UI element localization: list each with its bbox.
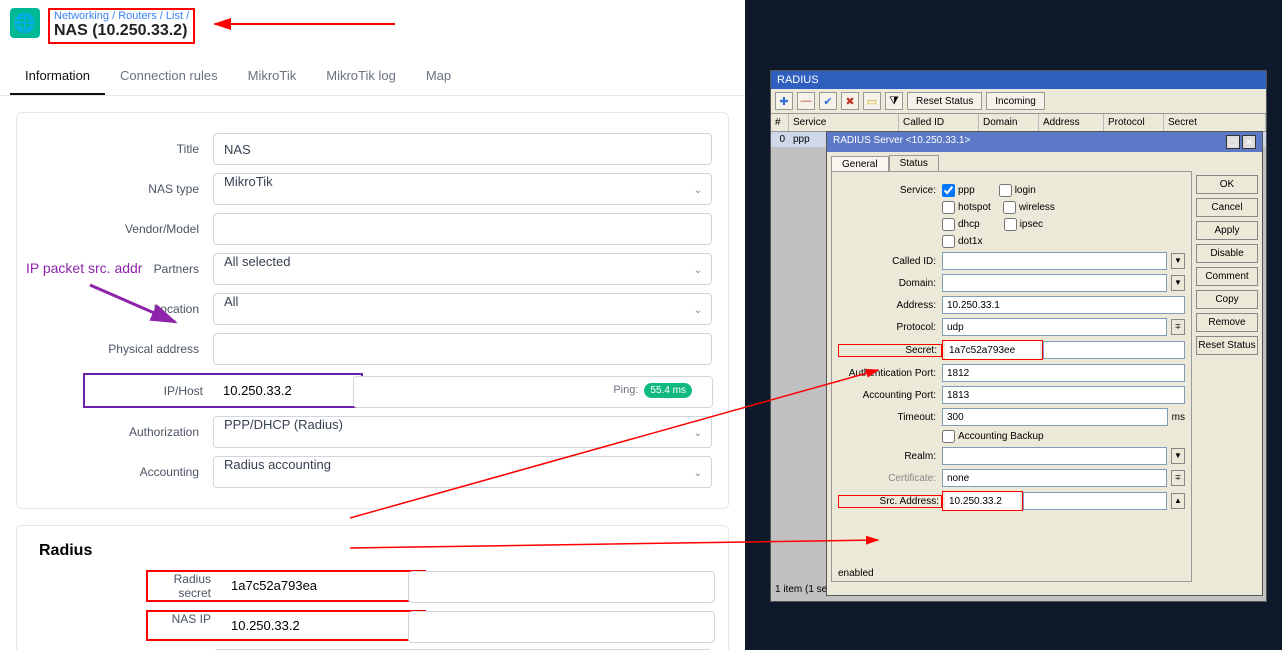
dropdown-arrow-icon[interactable]: ▲ — [1171, 493, 1185, 509]
info-card: Title NAS typeMikroTik⌄ Vendor/Model Par… — [16, 112, 729, 509]
authorization-select[interactable]: PPP/DHCP (Radius) — [213, 416, 712, 448]
tab-mikrotik-log[interactable]: MikroTik log — [311, 58, 411, 95]
nas-ip-input[interactable] — [408, 611, 715, 643]
x-icon[interactable]: ✖ — [841, 92, 859, 110]
apply-button[interactable]: Apply — [1196, 221, 1258, 240]
winbox-title-bar[interactable]: RADIUS — [771, 71, 1266, 89]
cb-hotspot[interactable] — [942, 201, 955, 214]
title-input[interactable] — [213, 133, 712, 165]
label-vendor: Vendor/Model — [33, 222, 213, 236]
breadcrumb[interactable]: Networking / Routers / List / — [54, 10, 189, 22]
called-input[interactable] — [942, 252, 1167, 270]
note-icon[interactable]: ▭ — [863, 92, 881, 110]
domain-input[interactable] — [942, 274, 1167, 292]
label-physaddr: Physical address — [33, 342, 213, 356]
label-radius-secret: Radius secret — [150, 572, 225, 600]
vendor-input[interactable] — [213, 213, 712, 245]
dialog-buttons: OK Cancel Apply Disable Comment Copy Rem… — [1196, 171, 1262, 586]
label-nas-type: NAS type — [33, 182, 213, 196]
reset-status-button[interactable]: Reset Status — [1196, 336, 1258, 355]
cb-login[interactable] — [999, 184, 1012, 197]
cert-input[interactable] — [942, 469, 1167, 487]
label-src-address: Src. Address: — [838, 495, 942, 508]
cb-dot1x[interactable] — [942, 235, 955, 248]
tabs: Information Connection rules MikroTik Mi… — [0, 58, 745, 96]
remove-button[interactable]: Remove — [1196, 313, 1258, 332]
status-enabled: enabled — [838, 568, 874, 579]
list-header: # Service Called ID Domain Address Proto… — [771, 114, 1266, 132]
protocol-input[interactable] — [942, 318, 1167, 336]
cb-wireless[interactable] — [1003, 201, 1016, 214]
page-title: NAS (10.250.33.2) — [54, 22, 189, 40]
radius-server-dialog[interactable]: RADIUS Server <10.250.33.1> ▢✕ General S… — [826, 131, 1263, 596]
winbox-toolbar: ✚ — ✔ ✖ ▭ ⧩ Reset Status Incoming — [771, 89, 1266, 114]
inner-form: Service: ppp login hotspot wireless dhcp… — [831, 171, 1192, 582]
annotation-ip-src: IP packet src. addr — [26, 260, 142, 276]
tab-connection-rules[interactable]: Connection rules — [105, 58, 233, 95]
timeout-input[interactable] — [942, 408, 1168, 426]
nas-ip-value: 10.250.33.2 — [225, 612, 306, 639]
ping-badge: 55.4 ms — [644, 383, 692, 398]
physaddr-input[interactable] — [213, 333, 712, 365]
label-iphost: IP/Host — [87, 384, 217, 398]
inner-tabs: General Status — [827, 152, 1262, 171]
iphost-value: 10.250.33.2 — [217, 377, 298, 404]
dropdown-arrow-icon[interactable]: ∓ — [1171, 470, 1185, 486]
radius-card: Radius Radius secret 1a7c52a793ea NAS IP… — [16, 525, 729, 650]
tab-status[interactable]: Status — [889, 155, 939, 171]
ping-label: Ping: — [613, 384, 638, 396]
location-select[interactable]: All — [213, 293, 712, 325]
acctport-input[interactable] — [942, 386, 1185, 404]
inner-title-bar[interactable]: RADIUS Server <10.250.33.1> ▢✕ — [827, 132, 1262, 152]
comment-button[interactable]: Comment — [1196, 267, 1258, 286]
incoming-button[interactable]: Incoming — [986, 92, 1045, 110]
add-icon[interactable]: ✚ — [775, 92, 793, 110]
ok-button[interactable]: OK — [1196, 175, 1258, 194]
dropdown-arrow-icon[interactable]: ▼ — [1171, 253, 1185, 269]
web-admin-panel: 🌐 Networking / Routers / List / NAS (10.… — [0, 0, 745, 650]
tab-map[interactable]: Map — [411, 58, 466, 95]
label-nas-ip: NAS IP — [150, 612, 225, 639]
radius-secret-value: 1a7c52a793ea — [225, 572, 323, 600]
realm-input[interactable] — [942, 447, 1167, 465]
label-location: Location — [33, 302, 213, 316]
cb-ppp[interactable] — [942, 184, 955, 197]
winbox-radius-window[interactable]: RADIUS ✚ — ✔ ✖ ▭ ⧩ Reset Status Incoming… — [770, 70, 1267, 602]
remove-icon[interactable]: — — [797, 92, 815, 110]
label-accounting: Accounting — [33, 465, 213, 479]
cb-ipsec[interactable] — [1004, 218, 1017, 231]
globe-icon: 🌐 — [10, 8, 40, 38]
tab-mikrotik[interactable]: MikroTik — [233, 58, 312, 95]
tab-information[interactable]: Information — [10, 58, 105, 95]
radius-secret-input[interactable] — [408, 571, 715, 603]
reset-status-button[interactable]: Reset Status — [907, 92, 982, 110]
copy-button[interactable]: Copy — [1196, 290, 1258, 309]
check-icon[interactable]: ✔ — [819, 92, 837, 110]
cancel-button[interactable]: Cancel — [1196, 198, 1258, 217]
authport-input[interactable] — [942, 364, 1185, 382]
label-authorization: Authorization — [33, 425, 213, 439]
filter-icon[interactable]: ⧩ — [885, 92, 903, 110]
minimize-icon[interactable]: ▢ — [1226, 135, 1240, 149]
accounting-select[interactable]: Radius accounting — [213, 456, 712, 488]
dropdown-arrow-icon[interactable]: ▼ — [1171, 275, 1185, 291]
radius-title: Radius — [39, 542, 712, 560]
secret-input[interactable] — [945, 341, 1040, 359]
partners-select[interactable]: All selected — [213, 253, 712, 285]
label-title: Title — [33, 142, 213, 156]
srcaddr-input[interactable] — [945, 492, 1020, 510]
cb-acct-backup[interactable] — [942, 430, 955, 443]
disable-button[interactable]: Disable — [1196, 244, 1258, 263]
address-input[interactable] — [942, 296, 1185, 314]
nas-type-select[interactable]: MikroTik — [213, 173, 712, 205]
tab-general[interactable]: General — [831, 156, 889, 172]
label-secret: Secret: — [838, 344, 942, 357]
cb-dhcp[interactable] — [942, 218, 955, 231]
header-red-highlight: Networking / Routers / List / NAS (10.25… — [48, 8, 195, 44]
dropdown-arrow-icon[interactable]: ∓ — [1171, 319, 1185, 335]
close-icon[interactable]: ✕ — [1242, 135, 1256, 149]
dropdown-arrow-icon[interactable]: ▼ — [1171, 448, 1185, 464]
